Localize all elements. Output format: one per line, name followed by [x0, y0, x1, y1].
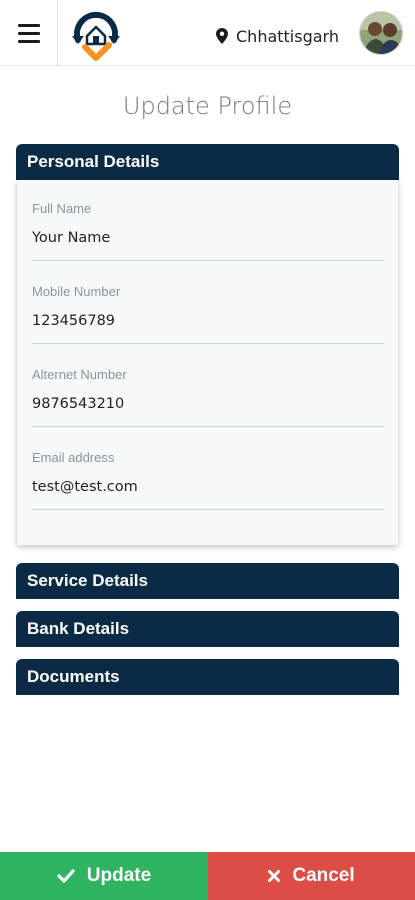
section-bank-details[interactable]: Bank Details: [16, 611, 399, 647]
user-avatar[interactable]: [359, 11, 403, 55]
home-logo[interactable]: [68, 6, 124, 62]
app-header: Chhattisgarh: [0, 0, 415, 66]
alternate-number-input[interactable]: 9876543210: [32, 396, 124, 412]
email-field[interactable]: Email address test@test.com: [32, 450, 384, 510]
field-label: Alternet Number: [32, 367, 127, 382]
close-icon: [268, 870, 281, 882]
full-name-input[interactable]: Your Name: [32, 230, 110, 246]
location-label: Chhattisgarh: [236, 26, 339, 46]
section-documents[interactable]: Documents: [16, 659, 399, 695]
section-personal-details[interactable]: Personal Details: [16, 144, 399, 180]
map-pin-icon: [216, 28, 228, 44]
personal-details-card: Full Name Your Name Mobile Number 123456…: [17, 180, 398, 545]
email-input[interactable]: test@test.com: [32, 479, 138, 495]
alternate-number-field[interactable]: Alternet Number 9876543210: [32, 367, 384, 427]
mobile-number-field[interactable]: Mobile Number 123456789: [32, 284, 384, 344]
cancel-button[interactable]: Cancel: [208, 852, 415, 900]
section-service-details[interactable]: Service Details: [16, 563, 399, 599]
update-profile-screen: Chhattisgarh Update Profile Personal Det…: [0, 0, 415, 900]
hamburger-menu-icon[interactable]: [0, 0, 58, 66]
update-button[interactable]: Update: [0, 852, 208, 900]
page-title: Update Profile: [122, 92, 293, 120]
location-selector[interactable]: Chhattisgarh: [216, 25, 341, 47]
field-label: Email address: [32, 450, 115, 465]
cancel-label: Cancel: [292, 865, 355, 886]
field-label: Full Name: [32, 201, 92, 216]
full-name-field[interactable]: Full Name Your Name: [32, 201, 384, 261]
check-icon: [57, 869, 75, 883]
mobile-number-input[interactable]: 123456789: [32, 313, 115, 329]
update-label: Update: [86, 865, 152, 886]
field-label: Mobile Number: [32, 284, 121, 299]
